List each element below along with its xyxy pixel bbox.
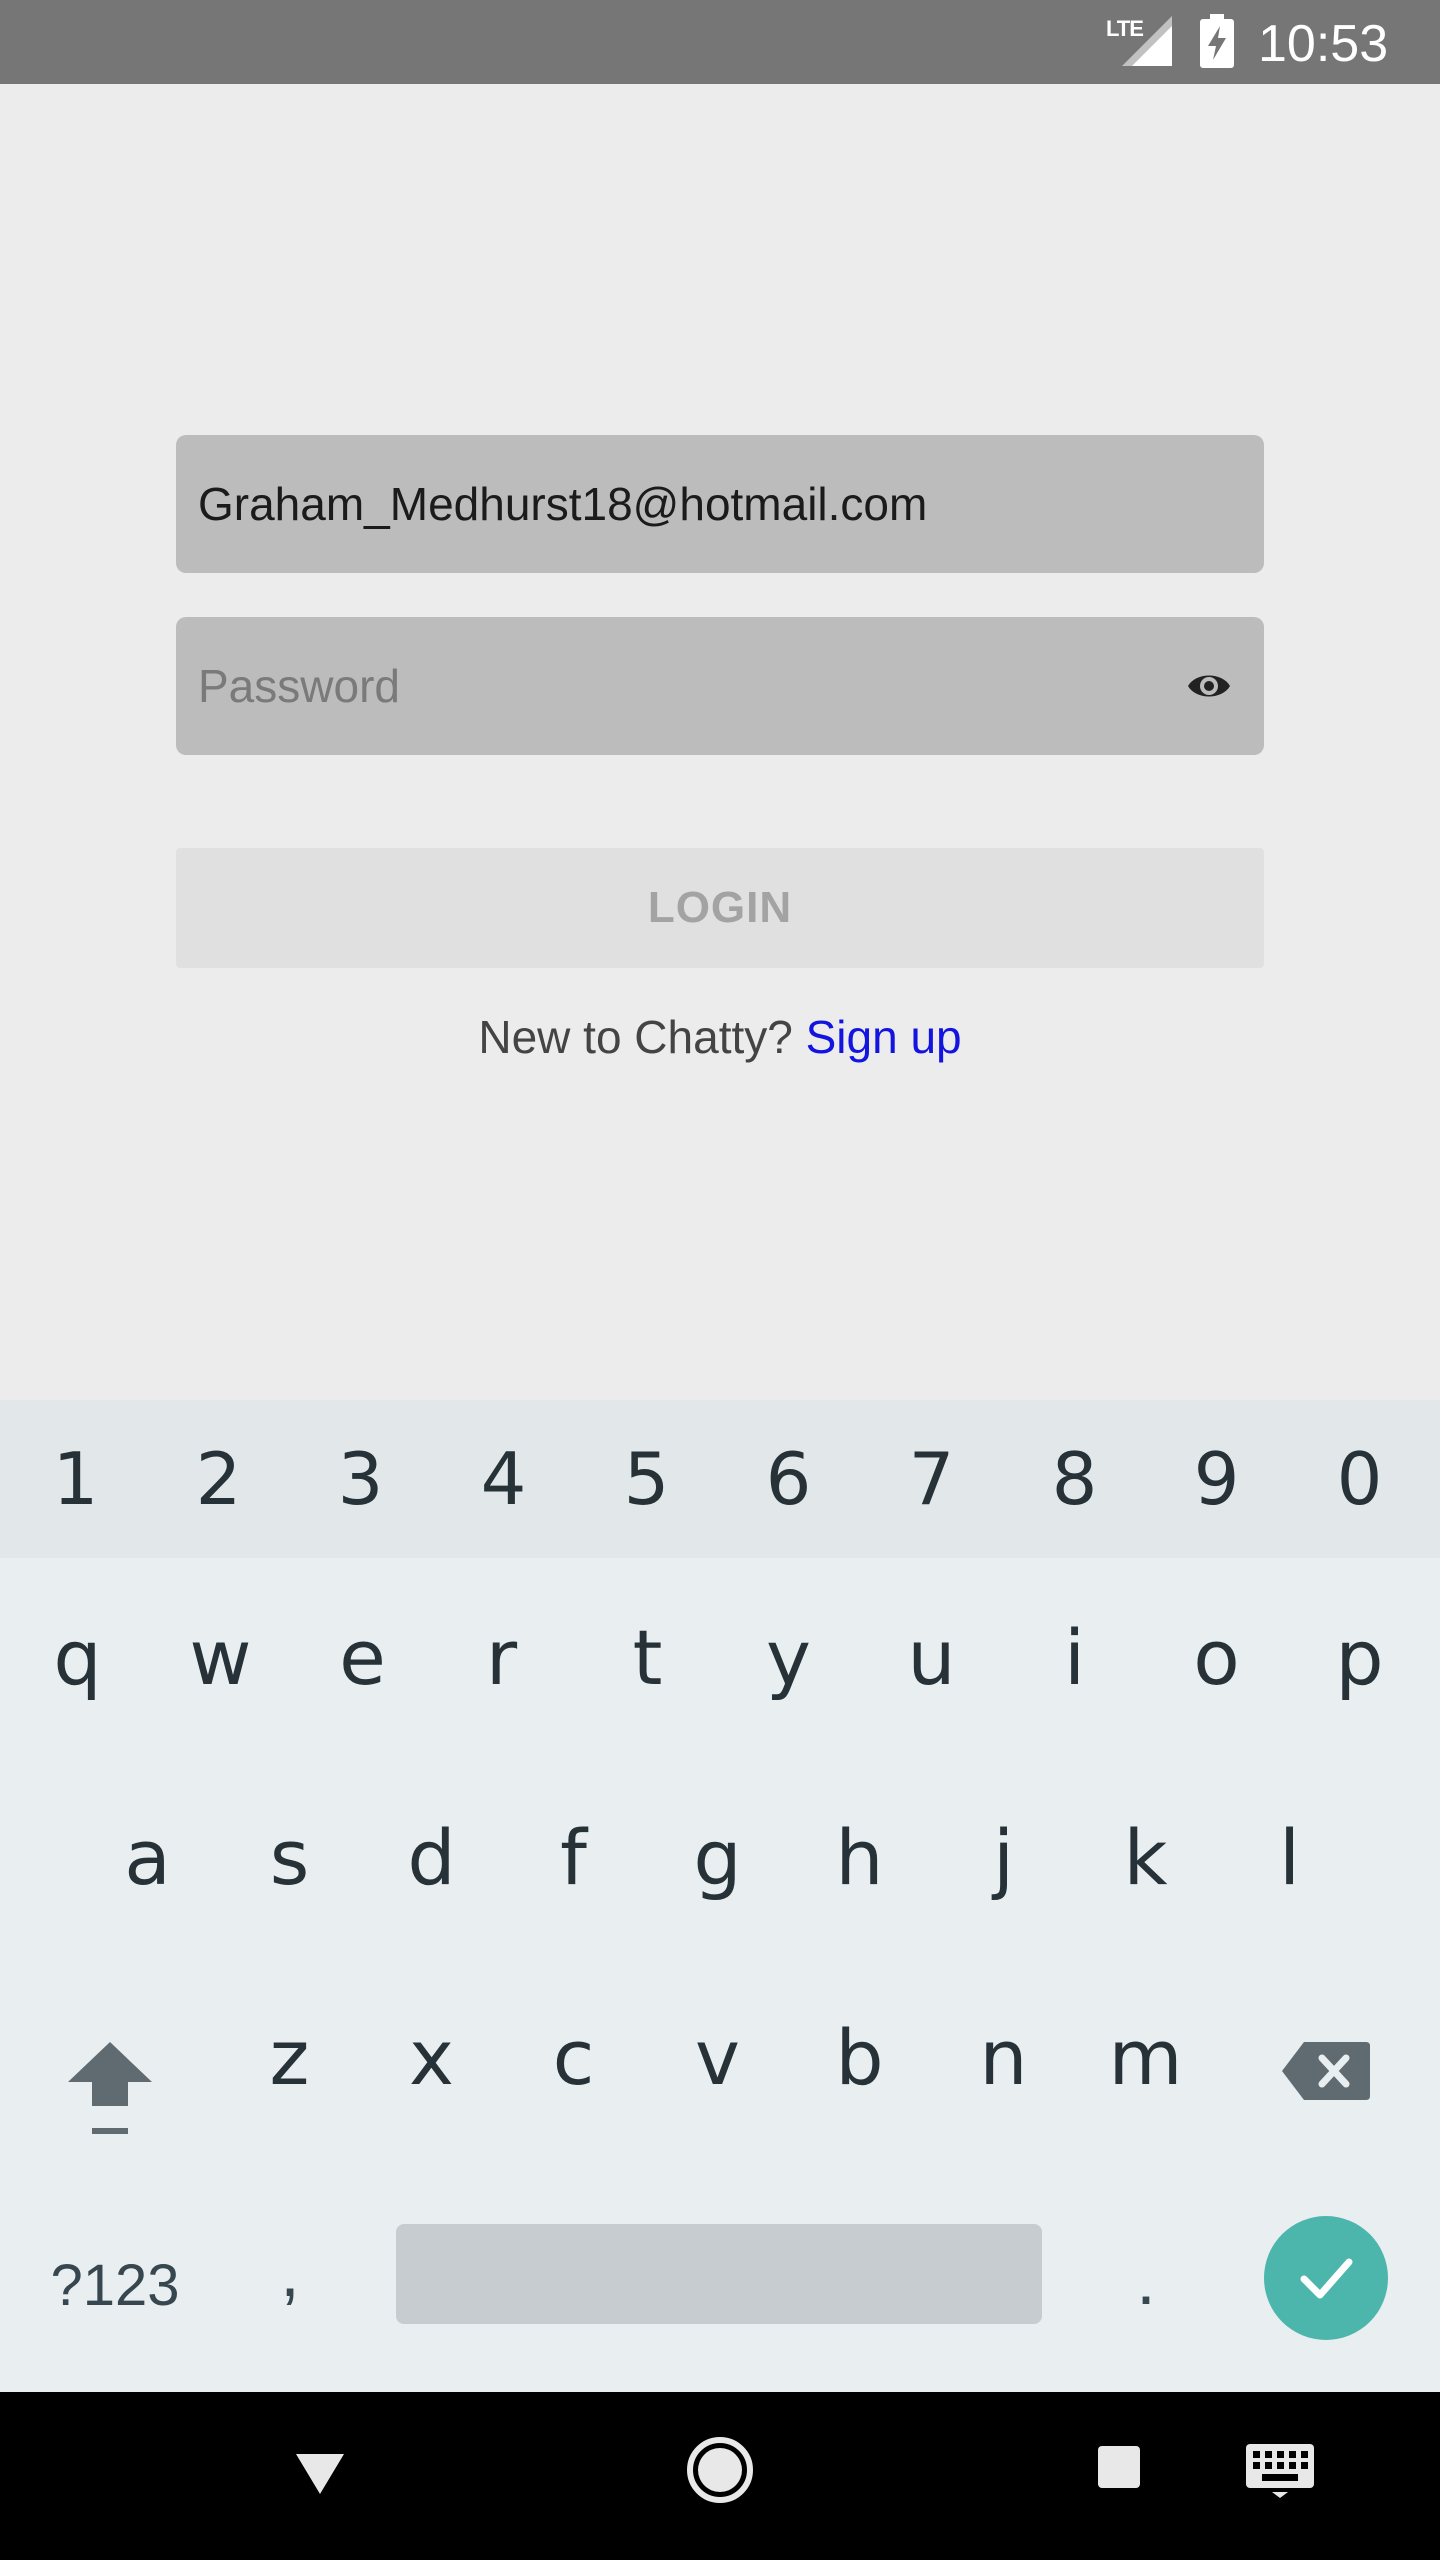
signup-prompt-text: New to Chatty?: [478, 1011, 793, 1063]
key-2[interactable]: 2: [147, 1400, 290, 1558]
keyboard-number-row: 1 2 3 4 5 6 7 8 9 0: [0, 1400, 1440, 1558]
key-9[interactable]: 9: [1145, 1400, 1288, 1558]
key-n[interactable]: n: [932, 1958, 1075, 2158]
recents-icon[interactable]: [1096, 2444, 1142, 2490]
key-m[interactable]: m: [1074, 1958, 1217, 2158]
key-i[interactable]: i: [1003, 1558, 1146, 1758]
key-o[interactable]: o: [1145, 1558, 1288, 1758]
home-icon[interactable]: [686, 2436, 754, 2504]
status-bar: LTE 10:53: [0, 0, 1440, 84]
key-y[interactable]: y: [717, 1558, 860, 1758]
key-v[interactable]: v: [646, 1958, 789, 2158]
key-d[interactable]: d: [360, 1758, 503, 1958]
signup-prompt: New to Chatty? Sign up: [0, 1010, 1440, 1064]
key-c[interactable]: c: [502, 1958, 645, 2158]
key-4[interactable]: 4: [432, 1400, 575, 1558]
keyboard-row-zxcv: z x c v b n m: [0, 1958, 1440, 2158]
key-r[interactable]: r: [430, 1558, 573, 1758]
eye-icon[interactable]: [1186, 667, 1232, 705]
password-placeholder: Password: [198, 660, 400, 712]
battery-charging-icon: [1200, 14, 1234, 68]
period-key[interactable]: .: [1096, 2230, 1196, 2330]
email-value: Graham_Medhurst18@hotmail.com: [198, 478, 928, 530]
back-icon[interactable]: [290, 2444, 350, 2504]
comma-key[interactable]: ,: [240, 2222, 340, 2322]
key-h[interactable]: h: [788, 1758, 931, 1958]
keyboard-row-asdf: a s d f g h j k l: [0, 1758, 1440, 1958]
key-6[interactable]: 6: [717, 1400, 860, 1558]
key-u[interactable]: u: [860, 1558, 1003, 1758]
login-button[interactable]: LOGIN: [176, 848, 1264, 968]
space-bar[interactable]: [396, 2224, 1042, 2324]
key-w[interactable]: w: [149, 1558, 292, 1758]
password-field[interactable]: Password: [176, 617, 1264, 755]
key-j[interactable]: j: [932, 1758, 1075, 1958]
symbols-key[interactable]: ?123: [30, 2236, 200, 2336]
key-0[interactable]: 0: [1288, 1400, 1431, 1558]
keyboard-switch-icon[interactable]: [1244, 2442, 1316, 2498]
key-k[interactable]: k: [1074, 1758, 1217, 1958]
enter-key[interactable]: [1264, 2216, 1388, 2340]
soft-keyboard: 1 2 3 4 5 6 7 8 9 0 q w e r t y u i o p …: [0, 1400, 1440, 2392]
clock: 10:53: [1258, 15, 1389, 73]
signal-icon: [1122, 16, 1172, 66]
navigation-bar: [0, 2392, 1440, 2560]
check-icon: [1300, 2258, 1353, 2299]
keyboard-row-qwerty: q w e r t y u i o p: [0, 1558, 1440, 1758]
key-5[interactable]: 5: [575, 1400, 718, 1558]
key-t[interactable]: t: [576, 1558, 719, 1758]
key-8[interactable]: 8: [1003, 1400, 1146, 1558]
email-field[interactable]: Graham_Medhurst18@hotmail.com: [176, 435, 1264, 573]
key-a[interactable]: a: [76, 1758, 219, 1958]
key-g[interactable]: g: [646, 1758, 789, 1958]
key-z[interactable]: z: [218, 1958, 361, 2158]
key-7[interactable]: 7: [860, 1400, 1003, 1558]
key-l[interactable]: l: [1218, 1758, 1361, 1958]
key-q[interactable]: q: [6, 1558, 149, 1758]
key-p[interactable]: p: [1288, 1558, 1431, 1758]
shift-icon[interactable]: [60, 2032, 160, 2142]
signup-link[interactable]: Sign up: [806, 1011, 962, 1063]
key-1[interactable]: 1: [4, 1400, 147, 1558]
key-f[interactable]: f: [502, 1758, 645, 1958]
key-x[interactable]: x: [360, 1958, 503, 2158]
key-3[interactable]: 3: [289, 1400, 432, 1558]
key-b[interactable]: b: [788, 1958, 931, 2158]
key-s[interactable]: s: [218, 1758, 361, 1958]
key-e[interactable]: e: [291, 1558, 434, 1758]
backspace-icon[interactable]: [1280, 2040, 1372, 2102]
